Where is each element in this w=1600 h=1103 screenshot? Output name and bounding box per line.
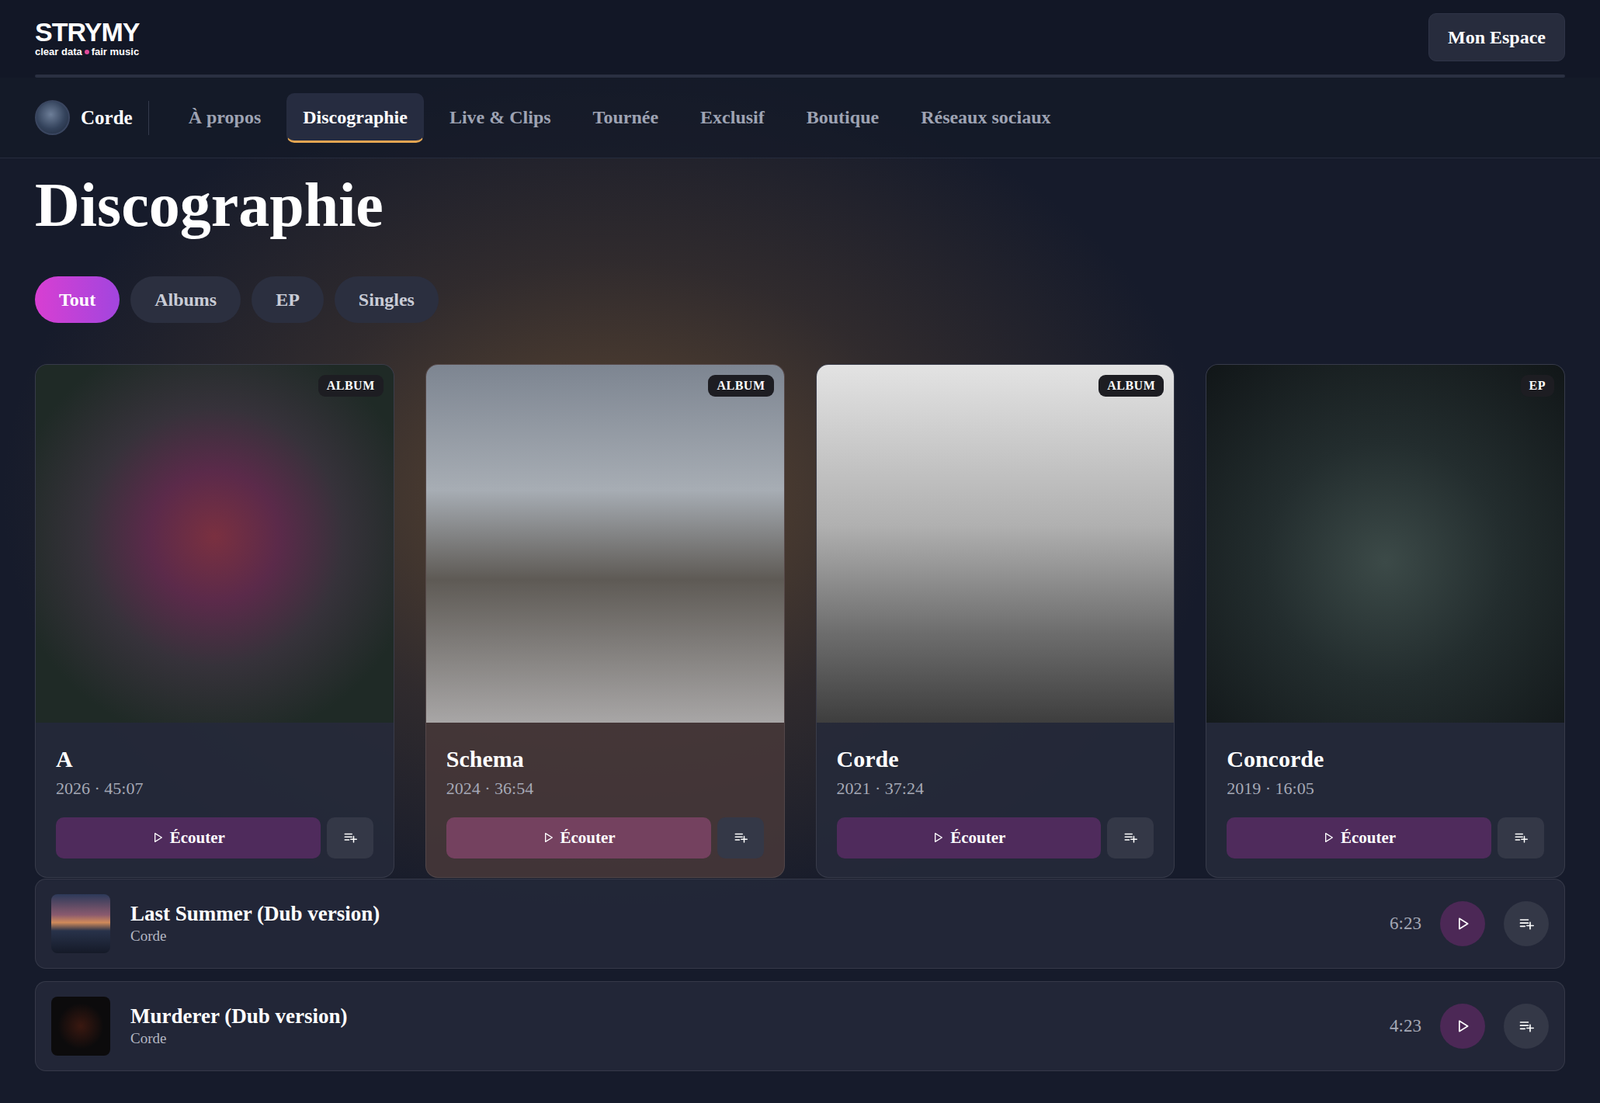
page-title: Discographie: [34, 170, 1566, 240]
release-grid: ALBUM A 2026 · 45:07 Écouter ALBUM Schema 2024…: [34, 364, 1566, 879]
artist-tab[interactable]: Exclusif: [683, 93, 781, 143]
track-title[interactable]: Last Summer (Dub version): [130, 901, 1390, 928]
release-actions: Écouter: [836, 817, 1155, 859]
track-info: Murderer (Dub version)Corde: [130, 1003, 1390, 1049]
add-to-queue-button[interactable]: [1503, 901, 1549, 947]
cover-art[interactable]: ALBUM: [816, 364, 1175, 723]
artist-tab[interactable]: Discographie: [286, 93, 424, 143]
artist-name[interactable]: Corde: [80, 100, 150, 136]
queue-icon: [1513, 830, 1528, 845]
artist-tab[interactable]: Live & Clips: [433, 93, 568, 143]
release-card[interactable]: EP Concorde 2019 · 16:05 Écouter: [1205, 364, 1566, 879]
add-to-queue-button[interactable]: [326, 817, 374, 859]
play-icon: [541, 831, 555, 844]
play-icon: [1454, 916, 1471, 932]
filter-pill[interactable]: Tout: [34, 276, 120, 323]
site-header: STRYMYclear data fair music Mon Espace: [0, 0, 1600, 78]
add-to-queue-button[interactable]: [1107, 817, 1154, 859]
release-meta: 2021 · 37:24: [836, 777, 1155, 801]
track-duration: 4:23: [1389, 1013, 1422, 1041]
filter-pill[interactable]: Singles: [334, 276, 439, 323]
track-row[interactable]: Murderer (Dub version)Corde4:23: [34, 981, 1566, 1072]
play-icon: [151, 831, 164, 844]
listen-label: Écouter: [560, 826, 616, 851]
play-icon: [931, 831, 945, 844]
strymy-logo[interactable]: STRYMYclear data fair music: [34, 18, 139, 57]
queue-icon: [1518, 1018, 1535, 1035]
cover-art[interactable]: ALBUM: [35, 364, 394, 723]
track-artist[interactable]: Corde: [130, 926, 1390, 947]
listen-button[interactable]: Écouter: [55, 817, 321, 859]
discography-page: DiscographieToutAlbumsEPSinglesALBUMA202…: [0, 170, 1600, 1103]
queue-icon: [1518, 916, 1535, 932]
listen-button[interactable]: Écouter: [836, 817, 1102, 859]
add-to-queue-button[interactable]: [717, 817, 764, 859]
track-info: Last Summer (Dub version)Corde: [130, 901, 1390, 947]
track-thumbnail: [51, 996, 111, 1056]
release-body: Schema 2024 · 36:54 Écouter: [426, 722, 785, 878]
listen-button[interactable]: Écouter: [446, 817, 712, 859]
track-title[interactable]: Murderer (Dub version): [130, 1003, 1390, 1031]
tagline-start: clear data: [34, 45, 83, 58]
artist-tab[interactable]: À propos: [172, 93, 278, 143]
queue-icon: [343, 830, 358, 845]
logo-tagline: clear data fair music: [34, 46, 139, 57]
queue-icon: [1123, 830, 1138, 845]
type-badge: ALBUM: [1098, 374, 1164, 397]
header-bar: STRYMYclear data fair music Mon Espace: [34, 0, 1566, 75]
track-row[interactable]: Last Summer (Dub version)Corde6:23: [34, 878, 1566, 969]
track-artist[interactable]: Corde: [130, 1029, 1390, 1049]
release-actions: Écouter: [55, 817, 374, 859]
play-button[interactable]: [1440, 1003, 1486, 1049]
release-title[interactable]: Concorde: [1226, 744, 1545, 774]
type-badge: EP: [1520, 374, 1555, 397]
artist-tab[interactable]: Tournée: [576, 93, 675, 143]
track-duration: 6:23: [1389, 910, 1422, 938]
release-actions: Écouter: [446, 817, 764, 859]
listen-label: Écouter: [950, 826, 1006, 851]
filter-pill[interactable]: EP: [251, 276, 324, 323]
release-title[interactable]: Corde: [836, 744, 1155, 774]
artist-tab[interactable]: Boutique: [790, 93, 896, 143]
tagline-end: fair music: [91, 45, 139, 58]
play-button[interactable]: [1440, 901, 1486, 947]
play-icon: [1322, 831, 1335, 844]
queue-icon: [733, 830, 748, 845]
release-card[interactable]: ALBUM Corde 2021 · 37:24 Écouter: [815, 364, 1176, 879]
artist-tab[interactable]: Réseaux sociaux: [904, 93, 1067, 143]
release-body: Concorde 2019 · 16:05 Écouter: [1206, 722, 1565, 878]
artist-nav: Corde À proposDiscographieLive & ClipsTou…: [0, 77, 1600, 159]
add-to-queue-button[interactable]: [1503, 1003, 1549, 1049]
listen-label: Écouter: [1340, 826, 1396, 851]
release-card[interactable]: ALBUM Schema 2024 · 36:54 Écouter: [425, 364, 785, 879]
release-title[interactable]: Schema: [446, 744, 764, 774]
release-actions: Écouter: [1226, 817, 1545, 859]
release-meta: 2019 · 16:05: [1226, 777, 1545, 801]
listen-label: Écouter: [170, 826, 226, 851]
play-icon: [1454, 1018, 1471, 1035]
release-meta: 2026 · 45:07: [55, 777, 374, 801]
release-title[interactable]: A: [55, 744, 374, 774]
tagline-dot: [84, 49, 90, 55]
filter-pill[interactable]: Albums: [130, 276, 241, 323]
type-badge: ALBUM: [318, 374, 384, 397]
listen-button[interactable]: Écouter: [1226, 817, 1492, 859]
account-button[interactable]: Mon Espace: [1428, 13, 1566, 62]
track-list: Last Summer (Dub version)Corde6:23Murder…: [34, 878, 1566, 1072]
release-card[interactable]: ALBUM A 2026 · 45:07 Écouter: [34, 364, 395, 879]
track-thumbnail: [51, 894, 111, 954]
logo-wordmark: STRYMY: [34, 18, 139, 46]
release-body: Corde 2021 · 37:24 Écouter: [816, 722, 1175, 878]
cover-art[interactable]: ALBUM: [426, 364, 785, 723]
release-body: A 2026 · 45:07 Écouter: [35, 722, 394, 878]
add-to-queue-button[interactable]: [1497, 817, 1545, 859]
artist-tabs: À proposDiscographieLive & ClipsTournéeE…: [172, 93, 1068, 143]
type-badge: ALBUM: [708, 374, 774, 397]
filter-bar: ToutAlbumsEPSingles: [34, 276, 1566, 323]
release-meta: 2024 · 36:54: [446, 777, 764, 801]
artist-avatar[interactable]: [34, 100, 70, 136]
cover-art[interactable]: EP: [1206, 364, 1565, 723]
